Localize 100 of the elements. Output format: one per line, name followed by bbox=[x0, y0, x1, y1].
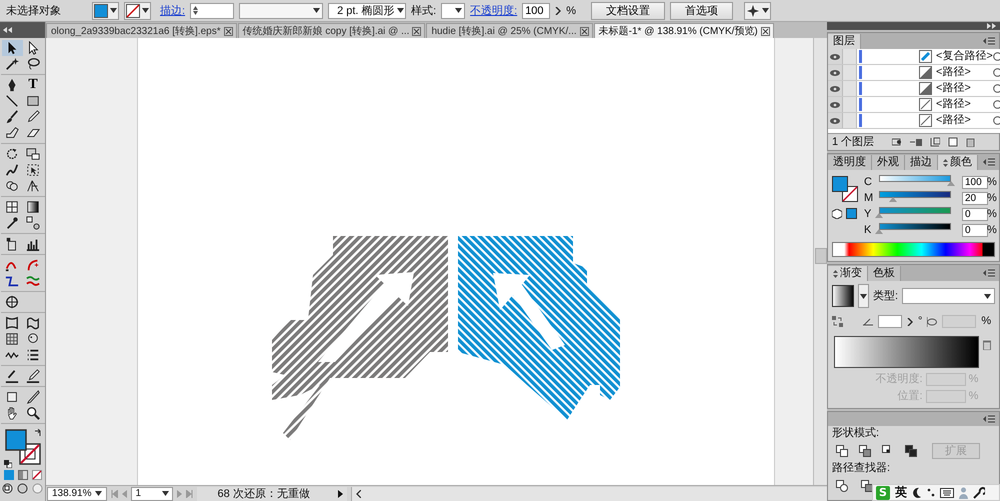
minus-front-icon[interactable] bbox=[859, 445, 871, 457]
swap-arrow-icon[interactable] bbox=[34, 429, 42, 437]
channel-value-field[interactable]: 0 bbox=[962, 224, 988, 236]
variable-width-dropdown[interactable] bbox=[239, 2, 324, 18]
close-icon[interactable] bbox=[760, 26, 770, 36]
layer-row[interactable]: <路径> bbox=[828, 97, 1000, 113]
curve-plus-icon bbox=[26, 258, 40, 272]
exclude-icon[interactable] bbox=[905, 445, 917, 457]
layer-row[interactable]: <路径> bbox=[828, 113, 1000, 129]
type-label: 类型: bbox=[873, 290, 898, 302]
panel-tab[interactable]: 外观 bbox=[872, 155, 905, 170]
channel-value-field[interactable]: 0 bbox=[962, 208, 988, 220]
vertical-scrollbar[interactable] bbox=[813, 38, 827, 485]
color-mode-icon[interactable] bbox=[4, 470, 14, 480]
panel-menu-icon bbox=[983, 37, 995, 45]
divide-icon[interactable] bbox=[836, 480, 848, 492]
close-icon[interactable] bbox=[580, 26, 589, 36]
document-tab[interactable]: 传统婚庆新郎新娘 copy [转换].ai @ ... bbox=[238, 23, 426, 38]
reverse-gradient-icon[interactable] bbox=[832, 316, 843, 327]
new-layer-icon[interactable] bbox=[948, 137, 958, 147]
layer-row[interactable]: <路径> bbox=[828, 65, 1000, 81]
cube-icon[interactable] bbox=[832, 209, 842, 219]
fill-swatch-icon[interactable] bbox=[832, 176, 848, 192]
eraser-icon bbox=[26, 126, 40, 140]
locate-object-icon[interactable] bbox=[892, 137, 902, 147]
panel-tab[interactable]: 透明度 bbox=[828, 155, 872, 170]
panel-tab[interactable]: 渐变 bbox=[828, 266, 868, 281]
channel-value-field[interactable]: 100 bbox=[962, 176, 988, 188]
style-label: 样式: bbox=[411, 4, 436, 18]
channel-value-field[interactable]: 20 bbox=[962, 192, 988, 204]
keyboard-icon[interactable] bbox=[940, 488, 954, 498]
eye-icon[interactable] bbox=[830, 54, 840, 60]
eye-icon[interactable] bbox=[830, 70, 840, 76]
type-dropdown[interactable] bbox=[902, 288, 995, 304]
horizontal-scrollbar[interactable] bbox=[351, 486, 827, 500]
fill-swatch-icon[interactable] bbox=[4, 429, 26, 451]
visibility-toggle[interactable] bbox=[828, 97, 843, 112]
visibility-toggle[interactable] bbox=[828, 81, 843, 96]
eye-icon[interactable] bbox=[830, 102, 840, 108]
visibility-toggle[interactable] bbox=[828, 113, 843, 128]
zoom-dropdown[interactable]: 138.91% bbox=[47, 486, 108, 500]
collapse-icon[interactable] bbox=[3, 27, 12, 33]
unite-icon[interactable] bbox=[836, 445, 848, 457]
color-chip-icon[interactable] bbox=[846, 208, 857, 219]
close-icon[interactable] bbox=[224, 26, 233, 36]
tool-button[interactable] bbox=[2, 40, 22, 56]
trash-icon[interactable] bbox=[983, 340, 991, 350]
gradient-menu[interactable] bbox=[858, 284, 869, 308]
moon-icon[interactable] bbox=[912, 486, 922, 498]
spinner-icon bbox=[193, 6, 198, 15]
blend-icon bbox=[26, 216, 40, 230]
document-tab[interactable]: 未标题-1* @ 138.91% (CMYK/预览) bbox=[594, 23, 774, 38]
panel-tab[interactable]: 色板 bbox=[868, 266, 901, 281]
panel-tab[interactable]: 描边 bbox=[905, 155, 938, 170]
slider-thumb[interactable] bbox=[947, 181, 955, 186]
document-tab[interactable]: olong_2a9339bac23321a6 [转换].eps* bbox=[46, 23, 237, 38]
stroke-link[interactable]: 描边: bbox=[160, 3, 186, 18]
panel-tab[interactable]: 颜色 bbox=[938, 155, 978, 170]
toolbar-button[interactable]: 文档设置 bbox=[590, 2, 665, 20]
panel-tab[interactable]: 图层 bbox=[828, 34, 861, 49]
page-dropdown[interactable]: 1 bbox=[131, 486, 174, 500]
eye-icon[interactable] bbox=[830, 86, 840, 92]
input-mode-toggle[interactable]: 英 bbox=[895, 484, 907, 501]
document-tab[interactable]: hudie [转换].ai @ 25% (CMYK/... bbox=[426, 23, 593, 38]
opacity-field[interactable]: 100 bbox=[522, 2, 550, 18]
make-clipping-mask-icon[interactable] bbox=[910, 137, 922, 147]
slider-thumb[interactable] bbox=[875, 229, 883, 234]
none-mode-icon[interactable] bbox=[32, 470, 42, 480]
color-spectrum[interactable] bbox=[832, 242, 995, 257]
visibility-toggle[interactable] bbox=[828, 65, 843, 80]
slider-thumb[interactable] bbox=[889, 197, 898, 202]
wave-distort-icon bbox=[26, 316, 40, 330]
eye-icon[interactable] bbox=[830, 118, 840, 124]
angle-field[interactable] bbox=[878, 315, 902, 328]
gradient-mode-icon[interactable] bbox=[18, 470, 28, 480]
screen-mode-icon[interactable] bbox=[2, 483, 13, 494]
screen-mode-icon[interactable] bbox=[17, 483, 28, 494]
opacity-link[interactable]: 不透明度: bbox=[470, 3, 518, 18]
toolbar-button[interactable]: 首选项 bbox=[670, 2, 733, 20]
fill-swatch-dropdown[interactable] bbox=[92, 2, 119, 20]
gradient-swatch-icon[interactable] bbox=[832, 285, 854, 307]
type-tool-button[interactable]: T bbox=[22, 77, 44, 93]
style-dropdown[interactable] bbox=[441, 2, 466, 18]
stroke-weight-field[interactable] bbox=[190, 2, 234, 18]
wrench-icon[interactable] bbox=[973, 486, 985, 498]
arrow-right-icon[interactable] bbox=[907, 318, 913, 326]
default-colors-icon[interactable] bbox=[4, 460, 12, 468]
layer-row[interactable]: <路径> bbox=[828, 81, 1000, 97]
new-sublayer-icon[interactable] bbox=[930, 137, 940, 147]
knife-icon bbox=[26, 390, 40, 404]
brush-dropdown[interactable]: 2 pt. 椭圆形 bbox=[328, 2, 406, 18]
visibility-toggle[interactable] bbox=[828, 49, 843, 64]
close-icon[interactable] bbox=[412, 26, 422, 36]
layer-row[interactable]: <复合路径> bbox=[828, 49, 1000, 65]
status-menu[interactable]: 68 次还原：无重做 bbox=[197, 486, 348, 500]
trash-icon[interactable] bbox=[966, 137, 976, 147]
slider-thumb[interactable] bbox=[875, 213, 883, 218]
arrange-dropdown[interactable] bbox=[744, 2, 771, 20]
stroke-swatch-dropdown[interactable] bbox=[124, 2, 151, 20]
dots-icon[interactable] bbox=[927, 486, 935, 498]
